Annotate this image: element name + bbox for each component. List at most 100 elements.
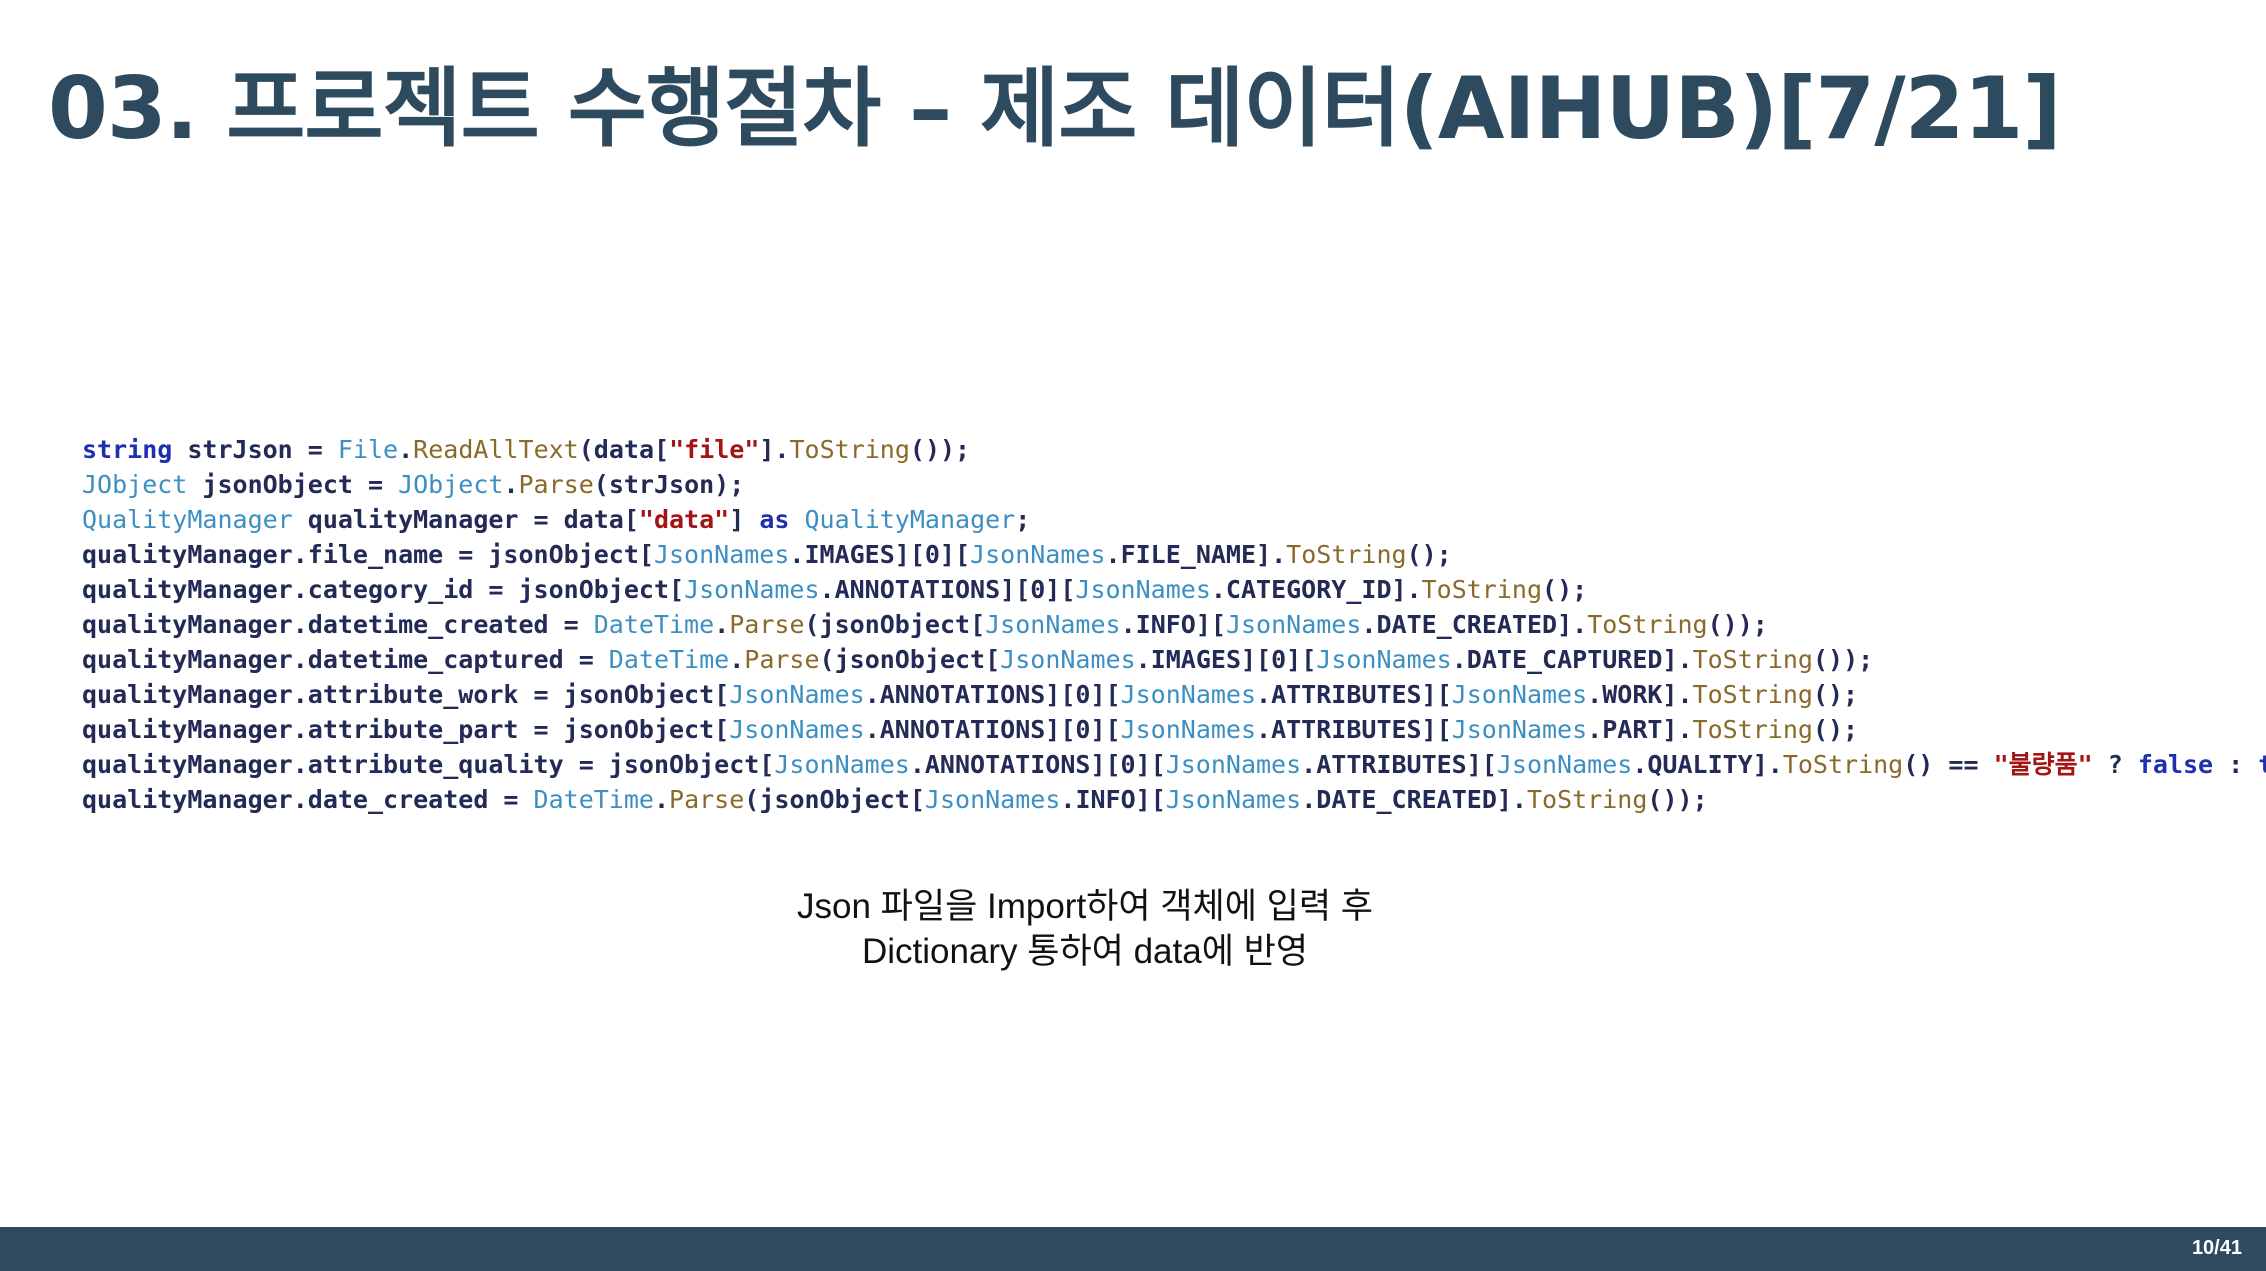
code-token: false <box>2137 750 2214 779</box>
code-token: (); <box>1406 540 1452 569</box>
code-token: ToString <box>1587 610 1708 639</box>
code-token: qualityManager.attribute_quality = jsonO… <box>82 750 775 779</box>
code-token: ()); <box>1647 785 1708 814</box>
code-token: .ANNOTATIONS][0][ <box>819 575 1076 604</box>
code-token: jsonObject = <box>187 470 399 499</box>
code-token: qualityManager.attribute_part = jsonObje… <box>82 715 730 744</box>
code-token: .ATTRIBUTES][ <box>1256 715 1452 744</box>
code-token: JsonNames <box>1165 750 1302 779</box>
code-token: ReadAllText <box>413 435 579 464</box>
code-token: JsonNames <box>1075 575 1211 604</box>
code-token: . <box>503 470 519 499</box>
code-line: qualityManager.category_id = jsonObject[… <box>82 572 2266 607</box>
footer-bar: 10/41 <box>0 1227 2266 1271</box>
code-token: DateTime <box>533 785 654 814</box>
code-token: string <box>82 435 173 464</box>
code-token: Parse <box>744 645 820 674</box>
code-snippet: string strJson = File. ReadAllText(data[ "… <box>82 432 2266 817</box>
code-token: "data" <box>638 505 730 534</box>
code-token: ToString <box>1782 750 1904 779</box>
code-token: .ATTRIBUTES][ <box>1256 680 1452 709</box>
caption-line-2: Dictionary 통하여 data에 반영 <box>861 932 1309 971</box>
code-line: qualityManager.datetime_created = DateTi… <box>82 607 2266 642</box>
code-token: qualityManager.category_id = jsonObject[ <box>82 575 685 604</box>
code-token: DateTime <box>593 610 715 639</box>
code-token: ToString <box>1421 575 1543 604</box>
code-token: JsonNames <box>1451 680 1588 709</box>
code-token: qualityManager = data[ <box>292 505 639 534</box>
code-token: JsonNames <box>1120 715 1257 744</box>
code-token: Parse <box>729 610 805 639</box>
code-token: qualityManager.datetime_captured = <box>82 645 609 674</box>
code-token: JsonNames <box>1165 785 1302 814</box>
code-token: JsonNames <box>729 715 865 744</box>
code-token: .ATTRIBUTES][ <box>1301 750 1497 779</box>
code-token: . <box>653 785 670 814</box>
code-token: true <box>2258 750 2266 779</box>
code-token: : <box>2213 750 2259 779</box>
code-token: (data[ <box>578 435 670 464</box>
caption-line-1: Json 파일을 Import하여 객체에 입력 후 <box>797 887 1373 926</box>
code-token: (); <box>1542 575 1588 604</box>
code-token: ? <box>2092 750 2138 779</box>
code-token: .IMAGES][0][ <box>789 540 971 569</box>
code-token: DateTime <box>608 645 730 674</box>
code-token: qualityManager.datetime_created = <box>82 610 594 639</box>
code-token: strJson = <box>172 435 338 464</box>
code-token: JsonNames <box>1451 715 1588 744</box>
code-token: (jsonObject[ <box>744 785 925 814</box>
code-token: ToString <box>789 435 910 464</box>
code-token: .DATE_CREATED]. <box>1301 785 1527 814</box>
code-token: ToString <box>1527 785 1648 814</box>
code-token: ]. <box>759 435 790 464</box>
code-line: qualityManager.date_created = DateTime.P… <box>82 782 2266 817</box>
page-number: 10/41 <box>2191 1237 2242 1259</box>
code-token: JObject <box>398 470 504 499</box>
code-token: (jsonObject[ <box>804 610 986 639</box>
code-token: .PART]. <box>1587 715 1693 744</box>
code-token: (); <box>1812 715 1859 744</box>
code-token: JObject <box>82 470 188 499</box>
code-token: JsonNames <box>1000 645 1136 674</box>
code-token: Parse <box>669 785 745 814</box>
code-token: .INFO][ <box>1060 785 1166 814</box>
code-line: string strJson = File.ReadAllText(data["… <box>82 432 2266 467</box>
code-token: ; <box>1015 505 1031 534</box>
code-token: File <box>337 435 399 464</box>
code-line: qualityManager.file_name = jsonObject[ Js… <box>82 537 2266 572</box>
code-line: qualityManager.attribute_work = jsonObje… <box>82 677 2266 712</box>
code-token: .DATE_CAPTURED]. <box>1451 645 1693 674</box>
code-token: ToString <box>1692 715 1813 744</box>
code-line: QualityManager qualityManager = data["da… <box>82 502 2266 537</box>
code-token: (strJson); <box>593 470 745 499</box>
code-token: . <box>729 645 745 674</box>
code-token: "불량품" <box>1993 750 2093 779</box>
code-token: qualityManager.date_created = <box>82 785 534 814</box>
code-token: .IMAGES][0][ <box>1135 645 1317 674</box>
code-token: (); <box>1812 680 1859 709</box>
slide-caption: Json 파일을 Import하여 객체에 입력 후 Dictionary 통하… <box>0 884 2170 974</box>
code-token: as <box>759 505 790 534</box>
code-token: () == <box>1903 750 1994 779</box>
code-line: qualityManager.attribute_part = jsonObje… <box>82 712 2266 747</box>
code-token: JsonNames <box>684 575 820 604</box>
code-token: ToString <box>1286 540 1407 569</box>
code-token: JsonNames <box>1316 645 1452 674</box>
code-token: .WORK]. <box>1587 680 1693 709</box>
code-line: qualityManager.attribute_quality = jsonO… <box>82 747 2266 782</box>
code-token: JsonNames <box>985 610 1121 639</box>
code-token: .ANNOTATIONS][0][ <box>864 715 1121 744</box>
code-token: .FILE_NAME]. <box>1105 540 1287 569</box>
code-token: ()); <box>1707 610 1768 639</box>
code-token: JsonNames <box>1496 750 1633 779</box>
code-token: QualityManager <box>804 505 1016 534</box>
code-token: (jsonObject[ <box>819 645 1001 674</box>
code-line: qualityManager.datetime_captured = DateT… <box>82 642 2266 677</box>
code-token: ToString <box>1692 645 1813 674</box>
code-token: .ANNOTATIONS][0][ <box>864 680 1121 709</box>
code-token: JsonNames <box>970 540 1106 569</box>
code-token: qualityManager.attribute_work = jsonObje… <box>82 680 730 709</box>
slide-title: 03. 프로젝트 수행절차 – 제조 데이터(AIHUB)[7/21] <box>48 59 2062 159</box>
code-token: qualityManager.file_name = jsonObject[ <box>82 540 654 569</box>
